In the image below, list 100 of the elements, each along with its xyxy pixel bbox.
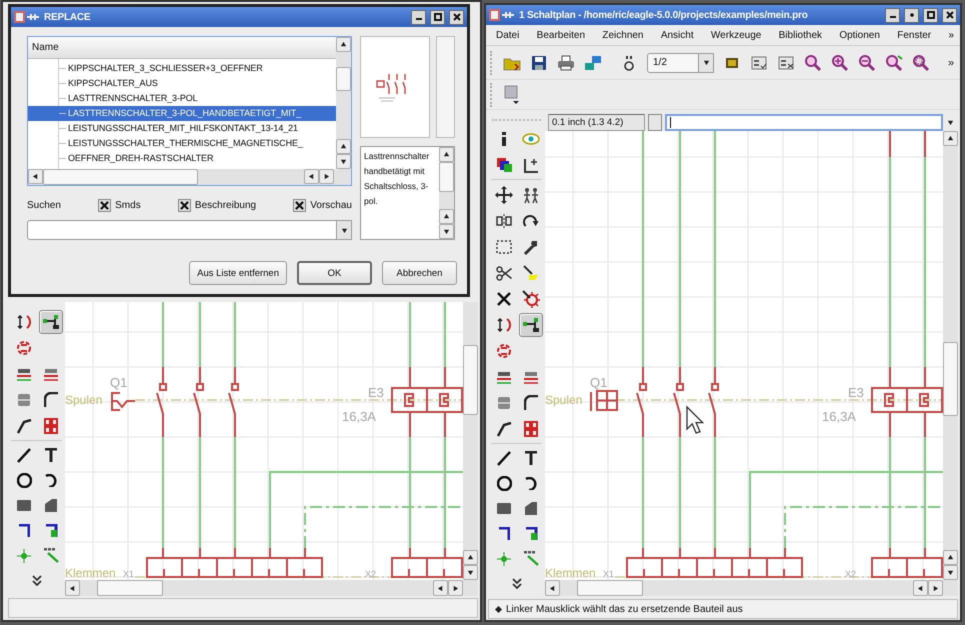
- maximize-button[interactable]: [923, 8, 938, 22]
- rectangle-icon: [16, 499, 32, 512]
- scroll-right-button[interactable]: [319, 169, 334, 184]
- zoom-fit-icon[interactable]: [804, 54, 822, 72]
- scroll-left-button[interactable]: [65, 580, 80, 596]
- search-field[interactable]: [27, 220, 337, 240]
- scroll-left-button[interactable]: [545, 580, 560, 596]
- vertical-scrollbar[interactable]: [943, 131, 958, 580]
- list-item[interactable]: LASTTRENNSCHALTER_3-POL_HANDBETAETIGT_MIT_: [28, 106, 336, 121]
- scroll-left-button[interactable]: [433, 580, 448, 596]
- scroll-thumb[interactable]: [463, 345, 478, 415]
- tool-button[interactable]: [39, 310, 63, 334]
- command-field[interactable]: [665, 114, 943, 130]
- zoom-redraw-icon[interactable]: [885, 54, 903, 72]
- vertical-scrollbar[interactable]: [463, 302, 478, 580]
- scroll-thumb[interactable]: [439, 162, 454, 192]
- close-button[interactable]: [449, 10, 464, 24]
- layers-icon: [496, 157, 512, 173]
- column-header[interactable]: Name: [28, 37, 336, 59]
- dialog-button[interactable]: OK: [297, 261, 372, 285]
- tool-button[interactable]: [519, 313, 543, 337]
- layer-icon[interactable]: [503, 84, 521, 106]
- dashed-rectangle-icon: [496, 240, 512, 254]
- part-name-label: X1: [603, 569, 614, 579]
- zoom-in-icon[interactable]: [831, 54, 849, 72]
- toolbar-grip[interactable]: [490, 82, 494, 106]
- scroll-left-button[interactable]: [28, 169, 43, 184]
- scroll-up-button[interactable]: [943, 550, 958, 565]
- scroll-left-button[interactable]: [913, 580, 928, 596]
- scroll-thumb[interactable]: [97, 580, 163, 596]
- list-item[interactable]: LEISTUNGSSCHALTER_MIT_HILFSKONTAKT_13-14_21: [28, 121, 336, 136]
- list-item[interactable]: KIPPSCHALTER_3_SCHLIESSER+3_OEFFNER: [28, 61, 336, 76]
- blocks-icon[interactable]: [584, 54, 602, 72]
- close-icon: [452, 12, 462, 22]
- check-list-icon[interactable]: [777, 54, 795, 72]
- menu-item[interactable]: Zeichnen: [602, 30, 644, 40]
- menu-item[interactable]: Datei: [496, 30, 520, 40]
- checkbox-label[interactable]: Beschreibung: [194, 200, 256, 210]
- checkbox[interactable]: [293, 198, 306, 212]
- menu-item[interactable]: Optionen: [839, 30, 880, 40]
- left-arrow-icon: [32, 173, 39, 180]
- menu-item[interactable]: Fenster: [897, 30, 932, 40]
- scroll-thumb[interactable]: [43, 169, 198, 185]
- scroll-thumb[interactable]: [577, 580, 643, 596]
- vertical-scrollbar[interactable]: [436, 36, 455, 138]
- vertical-scrollbar[interactable]: [439, 147, 454, 239]
- checkbox[interactable]: [98, 198, 112, 212]
- menu-item[interactable]: Werkzeuge: [710, 30, 762, 40]
- gear-icon: [522, 290, 540, 308]
- scroll-up-button[interactable]: [439, 147, 454, 162]
- scroll-right-button[interactable]: [448, 580, 463, 596]
- scroll-down-button[interactable]: [336, 154, 351, 169]
- menu-item[interactable]: Bibliothek: [778, 30, 822, 40]
- dropdown-button[interactable]: [699, 52, 714, 72]
- dropdown-button[interactable]: [337, 220, 352, 240]
- horizontal-scrollbar[interactable]: [545, 580, 958, 596]
- minimize-button[interactable]: [411, 10, 426, 24]
- scroll-up-button[interactable]: [943, 131, 958, 146]
- text-icon: [44, 448, 58, 463]
- horizontal-scrollbar[interactable]: [28, 169, 351, 185]
- toolbar-grip[interactable]: [490, 50, 494, 74]
- maximize-button[interactable]: [430, 10, 445, 24]
- scroll-left-button[interactable]: [304, 169, 319, 184]
- part-list[interactable]: [27, 36, 352, 186]
- menu-item[interactable]: Ansicht: [660, 30, 694, 40]
- minimize-button[interactable]: [885, 8, 900, 22]
- vertical-scrollbar[interactable]: [336, 37, 351, 169]
- more-tools-button[interactable]: »: [948, 56, 954, 68]
- fuse-symbol: [391, 366, 463, 438]
- scroll-up-button[interactable]: [336, 139, 351, 154]
- scroll-down-button[interactable]: [463, 565, 478, 580]
- scroll-down-button[interactable]: [943, 565, 958, 580]
- menu-item[interactable]: Bearbeiten: [536, 30, 586, 40]
- printer-icon[interactable]: [557, 54, 575, 72]
- list-item[interactable]: LASTTRENNSCHALTER_3-POL: [28, 91, 336, 106]
- more-menu-button[interactable]: »: [948, 30, 954, 40]
- dialog-button[interactable]: Aus Liste entfernen: [189, 261, 287, 285]
- list-item[interactable]: LEISTUNGSSCHALTER_THERMISCHE_MAGNETISCHE_: [28, 136, 336, 151]
- scroll-up-button[interactable]: [463, 550, 478, 565]
- close-button[interactable]: [942, 8, 957, 22]
- checkbox-label[interactable]: Vorschau: [310, 200, 352, 210]
- sheet-field[interactable]: 1/2: [647, 52, 699, 72]
- horizontal-scrollbar[interactable]: [65, 580, 478, 596]
- dialog-button[interactable]: Abbrechen: [382, 261, 457, 285]
- zoom-area-icon[interactable]: [912, 54, 930, 72]
- checkbox-label[interactable]: Smds: [115, 200, 141, 210]
- checkbox[interactable]: [178, 198, 191, 212]
- scroll-thumb[interactable]: [943, 342, 958, 416]
- pin-button[interactable]: [904, 8, 919, 22]
- scroll-up-button[interactable]: [336, 37, 351, 52]
- scroll-down-button[interactable]: [439, 224, 454, 239]
- zoom-out-icon[interactable]: [858, 54, 876, 72]
- check-list-icon[interactable]: [750, 54, 768, 72]
- list-item[interactable]: KIPPSCHALTER_AUS: [28, 76, 336, 91]
- list-item[interactable]: OEFFNER_DREH-RASTSCHALTER: [28, 151, 336, 166]
- scroll-up-button[interactable]: [439, 209, 454, 224]
- scroll-thumb[interactable]: [336, 67, 351, 91]
- left-arrow-icon: [917, 584, 924, 592]
- net-icon: [18, 524, 30, 538]
- scroll-right-button[interactable]: [928, 580, 943, 596]
